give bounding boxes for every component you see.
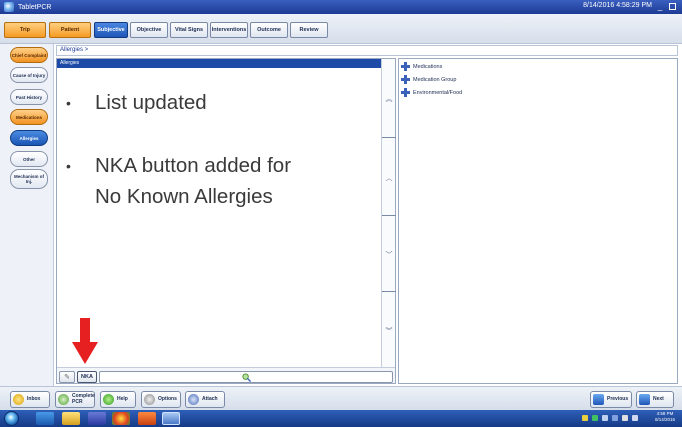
minimize-icon[interactable]: _	[656, 3, 664, 11]
inbox-label: Inbox	[27, 395, 41, 402]
folder-icon[interactable]	[62, 412, 80, 425]
tabletpcr-taskbar-icon[interactable]	[162, 412, 180, 425]
network-icon[interactable]	[602, 415, 608, 421]
expand-plus-icon[interactable]	[401, 75, 410, 84]
os-taskbar: 4:58 PM 8/14/2016	[0, 410, 682, 427]
next-label: Next	[653, 395, 664, 402]
start-button-icon[interactable]	[4, 411, 19, 426]
gear-icon	[144, 394, 155, 405]
tab-trip[interactable]: Trip	[4, 22, 46, 38]
double-down-chevron-icon[interactable]: ︾	[384, 327, 394, 337]
tab-subjective[interactable]: Subjective	[94, 22, 128, 38]
arrow-right-icon	[639, 394, 650, 405]
media-player-icon[interactable]	[88, 412, 106, 425]
app-logo-icon	[4, 2, 14, 12]
tab-patient[interactable]: Patient	[49, 22, 91, 38]
tray-icon[interactable]	[592, 415, 598, 421]
previous-label: Previous	[607, 395, 629, 402]
tab-vital-signs[interactable]: Vital Signs	[170, 22, 208, 38]
nav-allergies[interactable]: Allergies	[10, 130, 48, 146]
tree-item-medication-group[interactable]: Medication Group	[401, 74, 456, 85]
flag-icon[interactable]	[612, 415, 618, 421]
left-nav: Chief Complaint Cause of Injury Past His…	[0, 44, 54, 386]
tree-item-label: Medications	[413, 63, 443, 70]
list-scrollbar[interactable]: ︽ ︿ ﹀ ︾	[381, 59, 396, 367]
arrow-left-icon	[593, 394, 604, 405]
chrome-icon[interactable]	[112, 412, 130, 425]
annotation-nka-line1: NKA button added for	[95, 154, 292, 177]
double-up-chevron-icon[interactable]: ︽	[384, 95, 394, 105]
red-arrow-icon	[72, 318, 98, 364]
tab-outcome[interactable]: Outcome	[250, 22, 288, 38]
annotation-list-updated: List updated	[95, 91, 207, 114]
nav-medications[interactable]: Medications	[10, 109, 48, 125]
restore-icon[interactable]	[669, 3, 676, 10]
pencil-icon[interactable]: ✎	[59, 371, 75, 383]
nav-chief-complaint[interactable]: Chief Complaint	[10, 47, 48, 63]
volume-icon[interactable]	[632, 415, 638, 421]
up-chevron-icon[interactable]: ︿	[384, 174, 394, 184]
app-icon[interactable]	[138, 412, 156, 425]
ie-icon[interactable]	[36, 412, 54, 425]
tab-review[interactable]: Review	[290, 22, 328, 38]
complete-pcr-icon	[58, 394, 69, 405]
scroll-divider	[382, 215, 396, 216]
attach-button[interactable]: Attach	[185, 391, 225, 408]
down-chevron-icon[interactable]: ﹀	[384, 251, 394, 261]
tab-objective[interactable]: Objective	[130, 22, 168, 38]
search-icon[interactable]	[242, 373, 251, 382]
top-tab-row: Trip Patient Subjective Objective Vital …	[0, 14, 682, 44]
expand-plus-icon[interactable]	[401, 62, 410, 71]
paperclip-icon	[188, 394, 199, 405]
tree-item-environmental-food[interactable]: Environmental/Food	[401, 87, 462, 98]
expand-plus-icon[interactable]	[401, 88, 410, 97]
help-button[interactable]: Help	[100, 391, 136, 408]
nav-past-history[interactable]: Past History	[10, 89, 48, 105]
inbox-button[interactable]: Inbox	[10, 391, 50, 408]
taskbar-clock[interactable]: 4:58 PM 8/14/2016	[652, 411, 678, 423]
scroll-divider	[382, 291, 396, 292]
inbox-icon	[13, 394, 24, 405]
title-bar: TabletPCR 8/14/2016 4:58:29 PM _	[0, 0, 682, 14]
window-datetime: 8/14/2016 4:58:29 PM	[583, 2, 652, 9]
taskbar-date: 8/14/2016	[654, 417, 676, 422]
attach-label: Attach	[202, 395, 218, 402]
previous-button[interactable]: Previous	[590, 391, 632, 408]
nav-cause-of-injury[interactable]: Cause of Injury	[10, 67, 48, 83]
annotation-nka-line2: No Known Allergies	[95, 185, 273, 208]
tree-item-label: Medication Group	[413, 76, 457, 83]
app-title: TabletPCR	[18, 3, 52, 11]
bullet-dot: •	[66, 158, 71, 174]
allergy-search-field[interactable]	[99, 371, 393, 383]
taskbar-time: 4:58 PM	[656, 411, 674, 416]
panel-header: Allergies	[57, 59, 381, 68]
tree-item-label: Environmental/Food	[413, 89, 463, 96]
system-tray: 4:58 PM 8/14/2016	[574, 411, 678, 426]
allergy-tree-panel: Medications Medication Group Environment…	[398, 58, 678, 384]
next-button[interactable]: Next	[636, 391, 674, 408]
breadcrumb: Allergies >	[56, 45, 678, 56]
complete-pcr-label-line2: PCR	[72, 398, 83, 405]
allergy-entry-strip: ✎ NKA	[57, 367, 395, 383]
tab-interventions[interactable]: Interventions	[210, 22, 248, 38]
help-icon	[103, 394, 114, 405]
battery-icon[interactable]	[622, 415, 628, 421]
bullet-dot: •	[66, 95, 71, 111]
options-label: Options	[158, 395, 177, 402]
complete-pcr-label: Complete PCR	[72, 393, 95, 405]
scroll-divider	[382, 137, 396, 138]
complete-pcr-button[interactable]: Complete PCR	[55, 391, 95, 408]
nav-mechanism-of-injury[interactable]: Mechanism of Inj.	[10, 169, 48, 189]
bottom-toolbar: Inbox Complete PCR Help Options Attach Pr…	[0, 386, 682, 410]
options-button[interactable]: Options	[141, 391, 181, 408]
help-label: Help	[117, 395, 128, 402]
nav-other[interactable]: Other	[10, 151, 48, 167]
tray-icon[interactable]	[582, 415, 588, 421]
nka-button[interactable]: NKA	[77, 371, 97, 383]
tree-item-medications[interactable]: Medications	[401, 61, 442, 72]
